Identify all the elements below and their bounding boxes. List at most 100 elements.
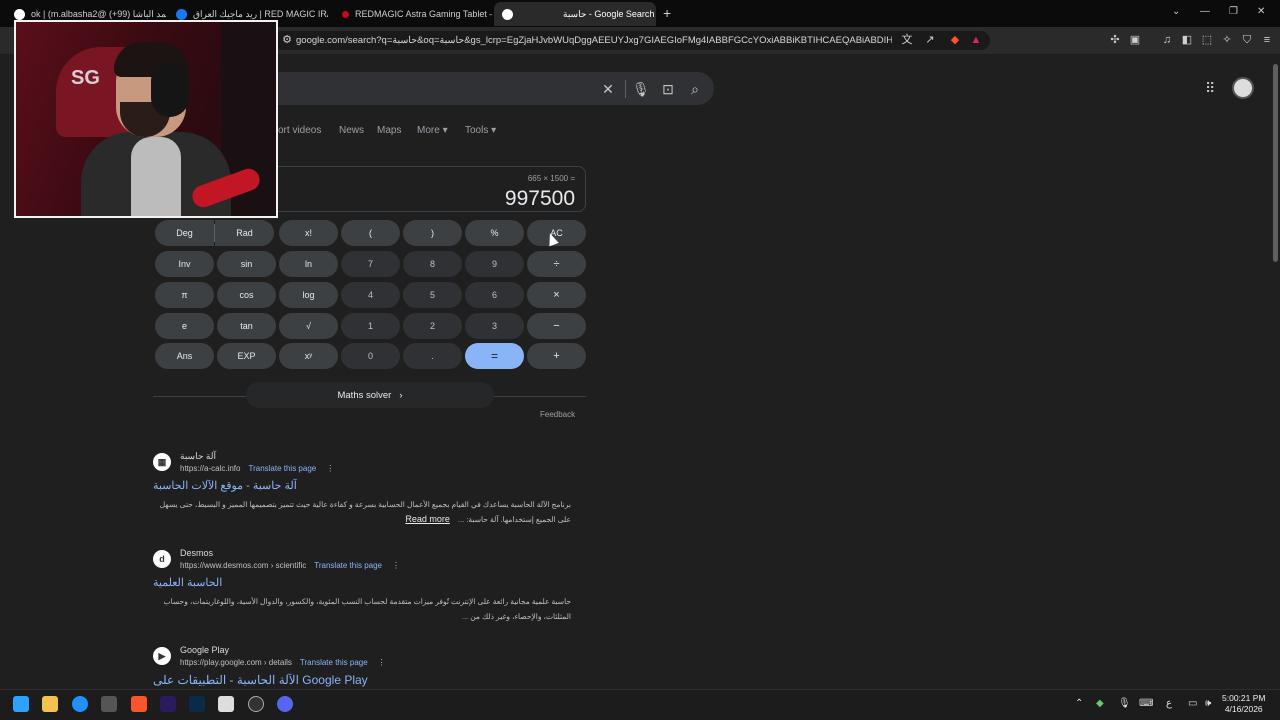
scrollbar-thumb[interactable]	[1273, 64, 1278, 262]
digit-4-key[interactable]: 4	[341, 282, 400, 308]
steam-icon[interactable]	[248, 696, 264, 712]
read-more-link[interactable]: Read more	[405, 512, 450, 527]
microphone-icon[interactable]: 🎙︎	[1118, 698, 1131, 709]
power-key[interactable]: xʸ	[279, 343, 338, 369]
translate-link[interactable]: Translate this page	[314, 561, 382, 570]
more-options-icon[interactable]: ⋮	[392, 561, 400, 570]
tab-short-videos[interactable]: ort videos	[278, 125, 321, 136]
apps-grid-icon[interactable]: ⠿	[1205, 80, 1223, 98]
multiply-key[interactable]: ×	[527, 282, 586, 308]
sin-key[interactable]: sin	[217, 251, 276, 277]
digit-1-key[interactable]: 1	[341, 313, 400, 339]
translate-icon[interactable]: 文	[900, 33, 914, 47]
result-url-text[interactable]: https://a-calc.info	[180, 464, 240, 473]
subtract-key[interactable]: −	[527, 313, 586, 339]
divide-key[interactable]: ÷	[527, 251, 586, 277]
photoshop-icon[interactable]	[189, 696, 205, 712]
mic-icon[interactable]: 🎙︎	[632, 80, 650, 98]
digit-9-key[interactable]: 9	[465, 251, 524, 277]
menu-icon[interactable]: ≡	[1260, 33, 1274, 47]
edge-icon[interactable]	[72, 696, 88, 712]
digit-3-key[interactable]: 3	[465, 313, 524, 339]
close-window-icon[interactable]: ✕	[1257, 6, 1265, 17]
share-icon[interactable]: ↗	[923, 33, 937, 47]
extensions-icon[interactable]: ✣	[1108, 33, 1122, 47]
maths-solver-button[interactable]: Maths solver ›	[246, 382, 494, 408]
lens-icon[interactable]: ⊡	[659, 80, 677, 98]
result-title[interactable]: الآلة الحاسبة - التطبيقات على Google Pla…	[153, 673, 368, 687]
result-title[interactable]: الحاسبة العلمية	[153, 576, 222, 589]
sqrt-key[interactable]: √	[279, 313, 338, 339]
premiere-icon[interactable]	[160, 696, 176, 712]
windows-start-icon[interactable]	[13, 696, 29, 712]
digit-0-key[interactable]: 0	[341, 343, 400, 369]
brave-rewards-icon[interactable]: ▲	[969, 33, 983, 47]
digit-5-key[interactable]: 5	[403, 282, 462, 308]
brave-shields-icon[interactable]: ◆	[948, 33, 962, 47]
wallet-icon[interactable]: ▣	[1128, 33, 1142, 47]
tab-redmagic[interactable]: REDMAGIC Astra Gaming Tablet – Sn	[334, 2, 492, 26]
decimal-key[interactable]: .	[403, 343, 462, 369]
ln-key[interactable]: ln	[279, 251, 338, 277]
pi-key[interactable]: π	[155, 282, 214, 308]
keyboard-icon[interactable]: ⌨	[1139, 698, 1153, 709]
feedback-link[interactable]: Feedback	[540, 410, 575, 419]
network-icon[interactable]: ▭	[1188, 698, 1197, 709]
more-options-icon[interactable]: ⋮	[378, 658, 386, 667]
equals-key[interactable]: =	[465, 343, 524, 369]
store-icon[interactable]	[101, 696, 117, 712]
translate-link[interactable]: Translate this page	[300, 658, 368, 667]
percent-key[interactable]: %	[465, 220, 524, 246]
leo-icon[interactable]: ✧	[1220, 33, 1234, 47]
tray-app-icon[interactable]: ◆	[1096, 698, 1104, 709]
result-url-text[interactable]: https://play.google.com › details	[180, 658, 292, 667]
notepad-icon[interactable]	[218, 696, 234, 712]
minimize-icon[interactable]: —	[1200, 6, 1210, 17]
vpn-icon[interactable]: ⬚	[1200, 33, 1214, 47]
restore-icon[interactable]: ❐	[1229, 6, 1238, 17]
shield-icon[interactable]: ⛉	[1240, 33, 1254, 47]
discord-icon[interactable]	[277, 696, 293, 712]
new-tab-button[interactable]: +	[663, 5, 671, 21]
result-title[interactable]: آلة حاسبة - موقع الآلات الحاسبة	[153, 479, 297, 492]
media-icon[interactable]: ♫	[1160, 33, 1174, 47]
e-key[interactable]: e	[155, 313, 214, 339]
tab-more[interactable]: More ▾	[417, 125, 448, 136]
more-options-icon[interactable]: ⋮	[326, 464, 334, 473]
brave-icon[interactable]	[131, 696, 147, 712]
tray-chevron-icon[interactable]: ⌃	[1075, 698, 1083, 709]
clock[interactable]: 5:00:21 PM 4/16/2026	[1222, 693, 1265, 715]
digit-7-key[interactable]: 7	[341, 251, 400, 277]
input-language[interactable]: ع	[1166, 698, 1172, 709]
exp-key[interactable]: EXP	[217, 343, 276, 369]
digit-2-key[interactable]: 2	[403, 313, 462, 339]
digit-6-key[interactable]: 6	[465, 282, 524, 308]
search-icon[interactable]: ⌕	[686, 80, 704, 98]
tab-news[interactable]: News	[339, 125, 364, 136]
cos-key[interactable]: cos	[217, 282, 276, 308]
digit-8-key[interactable]: 8	[403, 251, 462, 277]
tab-tools[interactable]: Tools ▾	[465, 125, 496, 136]
volume-icon[interactable]: 🕪︎	[1205, 698, 1211, 709]
deg-key[interactable]: Deg	[155, 220, 214, 246]
translate-link[interactable]: Translate this page	[248, 464, 316, 473]
clear-icon[interactable]: ✕	[599, 80, 617, 98]
ans-key[interactable]: Ans	[155, 343, 214, 369]
rad-key[interactable]: Rad	[215, 220, 274, 246]
factorial-key[interactable]: x!	[279, 220, 338, 246]
open-paren-key[interactable]: (	[341, 220, 400, 246]
add-key[interactable]: +	[527, 343, 586, 369]
inv-key[interactable]: Inv	[155, 251, 214, 277]
site-info-icon[interactable]: ⚙	[280, 33, 294, 47]
close-paren-key[interactable]: )	[403, 220, 462, 246]
tab-google-search[interactable]: حاسبة - Google Search ✕	[494, 2, 656, 26]
sidebar-icon[interactable]: ◧	[1180, 33, 1194, 47]
log-key[interactable]: log	[279, 282, 338, 308]
tan-key[interactable]: tan	[217, 313, 276, 339]
file-explorer-icon[interactable]	[42, 696, 58, 712]
tab-maps[interactable]: Maps	[377, 125, 401, 136]
url-text[interactable]: google.com/search?q=حاسبة&oq=حاسبة&gs_lc…	[296, 35, 892, 46]
account-avatar[interactable]	[1232, 77, 1254, 99]
result-url-text[interactable]: https://www.desmos.com › scientific	[180, 561, 306, 570]
tab-search-icon[interactable]: ⌄	[1172, 6, 1180, 17]
